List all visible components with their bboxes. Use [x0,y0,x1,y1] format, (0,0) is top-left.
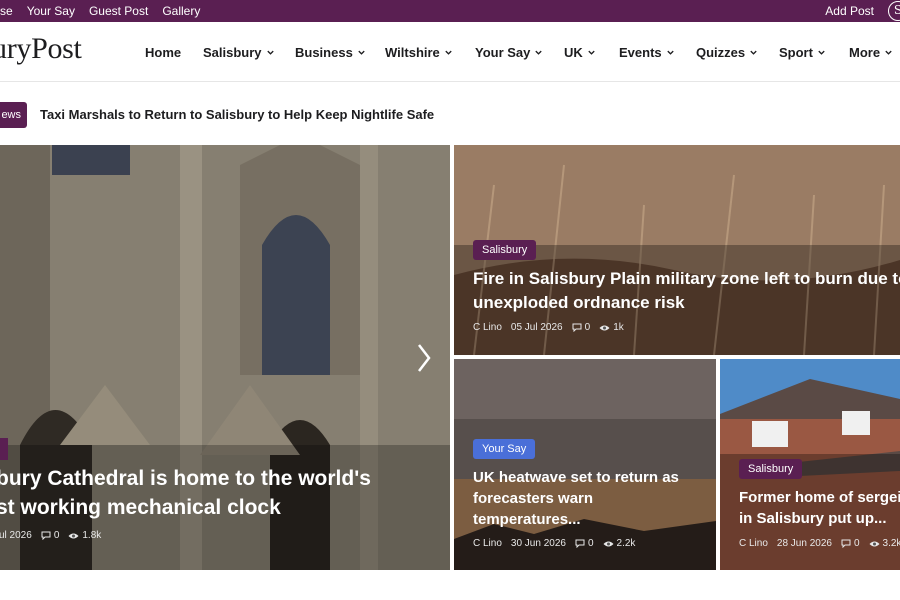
article-title[interactable]: st working mechanical clock [0,496,281,520]
nav-label: Quizzes [696,44,746,60]
top-links: tise Your Say Guest Post Gallery [0,0,214,22]
top-link-gallery[interactable]: Gallery [162,4,200,18]
article-date: 30 Jun 2026 [510,538,566,549]
comment-icon [572,323,582,332]
article-author[interactable]: C Lino [739,538,768,549]
eye-icon [68,533,79,538]
views-value: 1k [613,322,624,333]
nav-label: More [849,44,881,60]
top-link-your-say[interactable]: Your Say [27,4,75,18]
article-card-house[interactable]: Salisbury Former home of sergei in Salis… [720,359,900,570]
nav-more[interactable]: More [849,45,900,60]
comment-icon [841,539,851,548]
views-value: 3.2k [882,538,900,549]
views-value: 1.8k [82,530,102,541]
slider-next-arrow-icon[interactable] [414,340,434,376]
chevron-down-icon [750,50,757,55]
article-card-fire[interactable]: Salisbury Fire in Salisbury Plain milita… [454,145,900,355]
nav-business[interactable]: Business [295,45,385,60]
comments-value: 0 [53,530,60,541]
nav-quizzes[interactable]: Quizzes [696,45,779,60]
comments-count: 0 [575,538,594,549]
article-title[interactable]: in Salisbury put up... [739,510,887,527]
eye-icon [603,541,614,546]
comments-count: 0 [572,322,591,333]
article-date: Jul 2026 [0,530,32,541]
comments-count: 0 [841,538,860,549]
category-badge[interactable]: Your Say [473,439,536,459]
nav-events[interactable]: Events [619,45,696,60]
views-count: 2.2k [603,538,636,549]
breaking-news-headline[interactable]: Taxi Marshals to Return to Salisbury to … [40,102,434,128]
chevron-down-icon [266,50,274,55]
article-title[interactable]: temperatures... [473,511,581,528]
nav-label: UK [564,44,583,60]
chevron-down-icon [818,50,825,55]
eye-icon [599,325,610,330]
views-count: 3.2k [869,538,900,549]
user-avatar-icon[interactable]: S [888,1,900,21]
main-nav: Home Salisbury Business Wiltshire Your S… [145,22,900,82]
chevron-down-icon [666,50,674,55]
chevron-down-icon [445,50,452,55]
article-meta: C Lino 30 Jun 2026 0 2.2k [473,538,644,549]
nav-your-say[interactable]: Your Say [475,45,564,60]
category-badge [0,438,8,460]
nav-home[interactable]: Home [145,45,203,60]
nav-label: Wiltshire [385,44,440,60]
nav-uk[interactable]: UK [564,45,619,60]
category-badge[interactable]: Salisbury [739,459,803,479]
article-title[interactable]: bury Cathedral is home to the world's [0,467,371,491]
comments-value: 0 [587,538,594,549]
comments-value: 0 [584,322,591,333]
article-date: 05 Jul 2026 [510,322,563,333]
chevron-down-icon [358,50,365,55]
article-title[interactable]: UK heatwave set to return as [473,469,679,486]
views-count: 1k [599,322,624,333]
views-value: 2.2k [616,538,636,549]
article-author[interactable]: C Lino [473,538,502,549]
comments-value: 0 [853,538,860,549]
category-badge[interactable]: Salisbury [473,240,537,260]
article-meta: C Lino 05 Jul 2026 0 1k [473,322,633,333]
nav-label: Salisbury [203,44,262,60]
article-title[interactable]: Former home of sergei [739,489,900,506]
nav-label: Business [295,44,353,60]
comment-icon [575,539,585,548]
comment-icon [41,531,51,540]
nav-wiltshire[interactable]: Wiltshire [385,45,475,60]
top-link-advertise[interactable]: tise [0,4,13,18]
views-count: 1.8k [68,530,101,541]
article-card-heatwave[interactable]: Your Say UK heatwave set to return as fo… [454,359,716,570]
chevron-down-icon [885,50,892,55]
nav-label: Sport [779,44,813,60]
article-title[interactable]: forecasters warn [473,490,593,507]
article-title[interactable]: Fire in Salisbury Plain military zone le… [473,269,900,289]
breaking-news-badge: ews [0,102,27,128]
chevron-down-icon [588,50,595,55]
nav-salisbury[interactable]: Salisbury [203,45,295,60]
article-meta: C Lino 28 Jun 2026 0 3.2k [739,538,900,549]
top-link-guest-post[interactable]: Guest Post [89,4,148,18]
nav-label: Your Say [475,44,531,60]
featured-article-card[interactable]: bury Cathedral is home to the world's st… [0,145,450,570]
top-bar: tise Your Say Guest Post Gallery Add Pos… [0,0,900,22]
comments-count: 0 [41,530,60,541]
article-meta: Jul 2026 0 1.8k [0,530,110,541]
nav-sport[interactable]: Sport [779,45,849,60]
eye-icon [869,541,880,546]
nav-label: Events [619,44,662,60]
site-logo[interactable]: uryPost [0,32,82,66]
chevron-down-icon [535,50,543,55]
add-post-link[interactable]: Add Post [825,0,874,22]
site-header: uryPost Home Salisbury Business Wiltshir… [0,22,900,82]
nav-label: Home [145,44,182,60]
article-title[interactable]: unexploded ordnance risk [473,293,685,313]
article-date: 28 Jun 2026 [776,538,832,549]
article-author[interactable]: C Lino [473,322,502,333]
